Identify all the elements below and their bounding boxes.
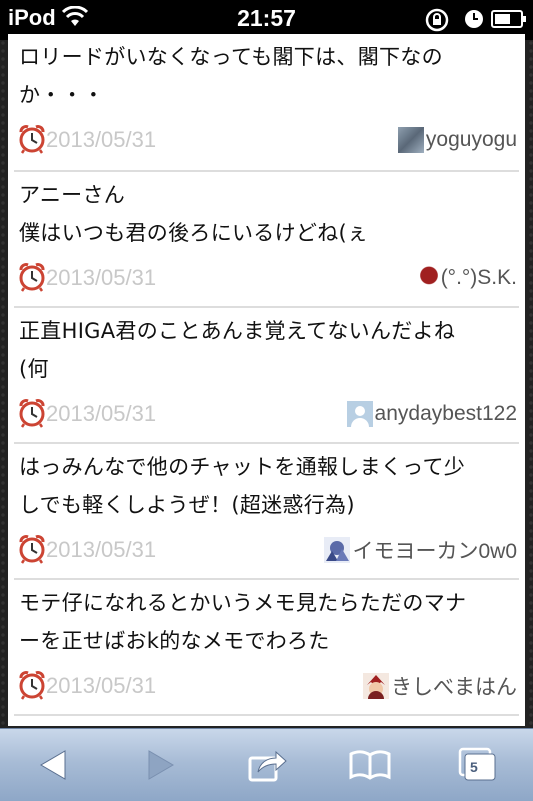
post-date: 2013/05/31	[46, 673, 157, 698]
post-text-line: しでも軽くしようぜ！(超迷惑行為)	[19, 493, 355, 517]
username[interactable]: yoguyogu	[426, 128, 517, 152]
post-user[interactable]: anydaybest122	[346, 398, 517, 430]
list-item[interactable]: モテ仔になれるとかいうメモ見たらただのマナ ーを正せばおk的なメモでわろた 20…	[8, 580, 525, 720]
alarm-clock-icon	[18, 124, 46, 158]
share-icon	[248, 750, 287, 782]
forward-arrow-icon	[148, 750, 174, 780]
post-date: 2013/05/31	[46, 537, 157, 562]
list-item[interactable]: アニーさん 僕はいつも君の後ろにいるけどね(ぇ 2013/05/31 (°.°)…	[8, 172, 525, 310]
post-user[interactable]: yoguyogu	[397, 124, 517, 156]
share-button[interactable]	[246, 745, 290, 785]
avatar	[418, 265, 439, 291]
alarm-clock-icon	[18, 262, 46, 296]
post-user[interactable]: きしべまはん	[363, 670, 517, 702]
tabs-button[interactable]: 5	[456, 745, 500, 785]
list-item[interactable]: 正直HIGA君のことあんま覚えてないんだよね (何 2013/05/31 any…	[8, 308, 525, 448]
alarm-clock-icon	[18, 670, 46, 704]
post-list[interactable]: ロリードがいなくなっても閣下は、閣下なの か・・・ 2013/05/31 yog…	[8, 34, 525, 726]
post-text: はっみんなで他のチャットを通報しまくって少 しでも軽くしようぜ！(超迷惑行為)	[19, 448, 517, 524]
post-text-line: ロリードがいなくなっても閣下は、閣下なの	[19, 45, 443, 69]
tab-count: 5	[470, 759, 478, 775]
post-user[interactable]: (°.°)S.K.	[418, 262, 517, 294]
tabs-icon	[458, 747, 496, 781]
post-text-line: (何	[19, 357, 49, 381]
forward-button[interactable]	[138, 745, 182, 785]
username[interactable]: きしべまはん	[391, 671, 517, 701]
post-text: ロリードがいなくなっても閣下は、閣下なの か・・・	[19, 38, 517, 114]
post-text: 正直HIGA君のことあんま覚えてないんだよね (何	[19, 312, 517, 388]
post-date: 2013/05/31	[46, 127, 157, 152]
post-text-line: はっみんなで他のチャットを通報しまくって少	[19, 455, 466, 479]
alarm-clock-icon	[18, 534, 46, 568]
post-user[interactable]: イモヨーカン0w0	[324, 534, 517, 566]
back-arrow-icon	[40, 750, 66, 780]
post-text-line: モテ仔になれるとかいうメモ見たらただのマナ	[19, 591, 467, 615]
divider	[14, 714, 519, 716]
rotation-lock-icon	[424, 7, 450, 37]
avatar	[324, 537, 351, 563]
book-icon	[349, 750, 391, 780]
list-item[interactable]: はっみんなで他のチャットを通報しまくって少 しでも軽くしようぜ！(超迷惑行為) …	[8, 444, 525, 582]
username[interactable]: (°.°)S.K.	[441, 266, 517, 290]
post-meta: 2013/05/31 きしべまはん	[18, 670, 517, 702]
post-text-line: ーを正せばおk的なメモでわろた	[19, 629, 330, 653]
post-text: モテ仔になれるとかいうメモ見たらただのマナ ーを正せばおk的なメモでわろた	[19, 584, 517, 660]
post-meta: 2013/05/31 イモヨーカン0w0	[18, 534, 517, 566]
avatar	[397, 127, 424, 153]
avatar	[346, 401, 373, 427]
list-item[interactable]: ロリードがいなくなっても閣下は、閣下なの か・・・ 2013/05/31 yog…	[8, 34, 525, 174]
alarm-clock-icon	[18, 398, 46, 432]
post-date: 2013/05/31	[46, 265, 157, 290]
username[interactable]: イモヨーカン0w0	[352, 535, 517, 565]
battery-icon	[491, 10, 527, 32]
post-meta: 2013/05/31 anydaybest122	[18, 398, 517, 430]
post-text-line: 僕はいつも君の後ろにいるけどね(ぇ	[19, 221, 369, 245]
post-meta: 2013/05/31 yoguyogu	[18, 124, 517, 156]
username[interactable]: anydaybest122	[375, 402, 517, 426]
post-date: 2013/05/31	[46, 401, 157, 426]
alarm-status-icon	[464, 9, 484, 33]
post-text-line: か・・・	[19, 83, 105, 107]
post-text-line: 正直HIGA君のことあんま覚えてないんだよね	[19, 319, 456, 343]
bookmarks-button[interactable]	[348, 745, 392, 785]
post-meta: 2013/05/31 (°.°)S.K.	[18, 262, 517, 294]
avatar	[363, 673, 389, 699]
back-button[interactable]	[32, 745, 76, 785]
post-text-line: アニーさん	[19, 183, 126, 207]
status-time: 21:57	[237, 5, 296, 31]
browser-toolbar: 5	[0, 728, 533, 801]
post-text: アニーさん 僕はいつも君の後ろにいるけどね(ぇ	[19, 176, 517, 252]
